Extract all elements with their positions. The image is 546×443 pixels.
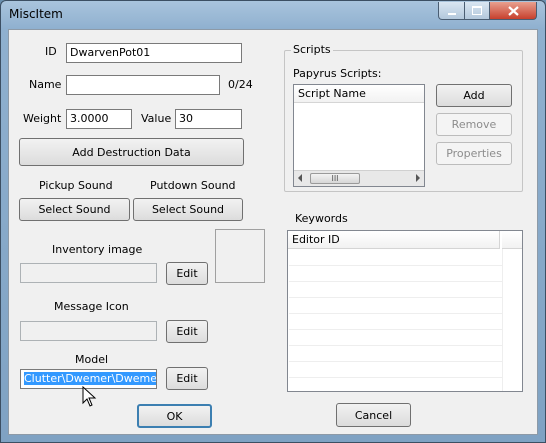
close-icon: [507, 5, 519, 16]
scroll-left-icon[interactable]: [298, 174, 302, 182]
pickup-sound-label: Pickup Sound: [39, 179, 113, 192]
scripts-horizontal-scrollbar[interactable]: III: [294, 170, 424, 186]
keywords-label: Keywords: [295, 212, 348, 225]
keywords-grid-line: [289, 345, 502, 346]
minimize-icon: [447, 12, 456, 15]
keywords-grid-line: [289, 361, 502, 362]
message-icon-field: [20, 321, 157, 341]
keywords-list[interactable]: Editor ID: [287, 230, 523, 392]
edit-model-button[interactable]: Edit: [166, 367, 208, 390]
keywords-grid-line: [289, 329, 502, 330]
value-label: Value: [141, 112, 172, 125]
weight-label: Weight: [23, 112, 62, 125]
mouse-cursor-icon: [82, 386, 97, 407]
inventory-image-label: Inventory image: [52, 243, 143, 256]
id-label: ID: [45, 45, 57, 58]
add-script-button[interactable]: Add: [436, 84, 512, 107]
keywords-grid-divider: [502, 249, 503, 391]
minimize-button[interactable]: [438, 2, 465, 20]
keywords-grid-line: [289, 313, 502, 314]
keywords-header-filler: [502, 231, 522, 249]
dialog-body: ID DwarvenPot01 Name 0/24 Weight 3.0000 …: [8, 29, 538, 435]
script-properties-button: Properties: [436, 142, 512, 165]
value-field[interactable]: 30: [175, 109, 242, 129]
model-path-selected: Clutter\Dwemer\DwemerPo: [24, 372, 156, 385]
select-putdown-sound-button[interactable]: Select Sound: [133, 198, 243, 221]
add-destruction-data-button[interactable]: Add Destruction Data: [19, 138, 244, 166]
name-char-count: 0/24: [228, 78, 253, 91]
weight-field[interactable]: 3.0000: [66, 109, 132, 129]
edit-message-icon-button[interactable]: Edit: [166, 320, 208, 343]
papyrus-scripts-label: Papyrus Scripts:: [293, 67, 382, 80]
keywords-grid-line: [289, 265, 502, 266]
remove-script-button: Remove: [436, 113, 512, 136]
inventory-image-preview: [215, 229, 265, 283]
model-label: Model: [75, 353, 109, 366]
id-field[interactable]: DwarvenPot01: [66, 43, 242, 63]
keywords-grid-line: [289, 281, 502, 282]
name-field[interactable]: [66, 75, 220, 95]
scripts-list[interactable]: Script Name III: [293, 84, 425, 187]
edit-inventory-image-button[interactable]: Edit: [166, 262, 208, 285]
name-label: Name: [29, 78, 62, 91]
scripts-group-title: Scripts: [291, 43, 333, 56]
window-title: MiscItem: [9, 7, 63, 21]
message-icon-label: Message Icon: [54, 300, 129, 313]
putdown-sound-label: Putdown Sound: [150, 179, 236, 192]
title-bar[interactable]: MiscItem: [1, 1, 545, 29]
keywords-grid-line: [289, 377, 502, 378]
scripts-scroll-thumb[interactable]: III: [310, 173, 360, 184]
select-pickup-sound-button[interactable]: Select Sound: [19, 198, 130, 221]
close-button[interactable]: [489, 2, 537, 20]
maximize-icon: [472, 6, 482, 15]
ok-button[interactable]: OK: [137, 404, 212, 428]
inventory-image-field: [20, 263, 157, 283]
script-name-column-header[interactable]: Script Name: [294, 85, 424, 103]
misc-item-window: MiscItem ID DwarvenPot01 Name 0/24 Weigh…: [0, 0, 546, 443]
editor-id-column-header[interactable]: Editor ID: [288, 231, 500, 249]
scroll-right-icon[interactable]: [416, 174, 420, 182]
cancel-button[interactable]: Cancel: [336, 403, 411, 427]
keywords-grid-line: [289, 297, 502, 298]
maximize-button[interactable]: [464, 2, 490, 20]
